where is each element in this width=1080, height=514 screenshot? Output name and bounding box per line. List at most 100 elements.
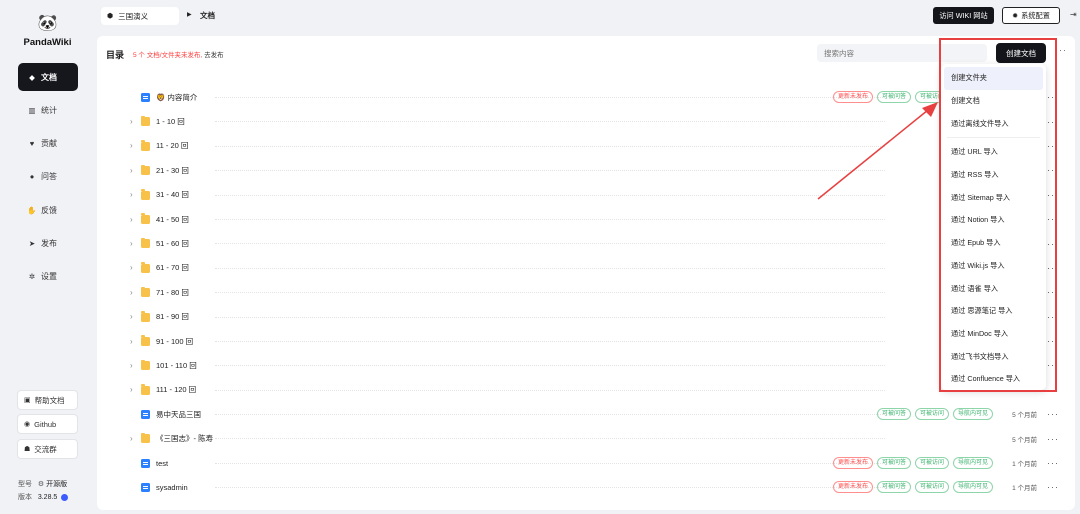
tree-row[interactable]: › 《三国志》- 陈寿 5 个月前 ··· <box>97 426 1075 450</box>
tree-row[interactable]: sysadmin 更新未发布 可被问答 可被访问 导航内可见 1 个月前 ··· <box>97 475 1075 499</box>
sidebar-item-0[interactable]: ◆ 文档 <box>18 63 78 91</box>
kb-selector[interactable]: ⬢ 三国演义 <box>101 7 179 25</box>
system-config-button[interactable]: ✹ 系统配置 <box>1002 7 1060 24</box>
visit-wiki-button[interactable]: 访问 WIKI 网站 <box>933 7 994 24</box>
page-title: 目录 <box>106 50 125 60</box>
row-label: 61 - 70 回 <box>156 263 189 273</box>
chevron-right-icon[interactable]: › <box>130 434 133 443</box>
row-leader <box>215 194 885 196</box>
row-leader <box>215 462 885 464</box>
row-leader <box>215 218 885 220</box>
chevron-right-icon[interactable]: › <box>130 312 133 321</box>
sidebar-item-3[interactable]: ● 问答 <box>18 163 78 191</box>
tree-row[interactable]: › 41 - 50 回 ··· <box>97 207 1075 231</box>
row-label: 《三国志》- 陈寿 <box>156 434 214 444</box>
chevron-right-icon[interactable]: › <box>130 117 133 126</box>
status-badge: 可被访问 <box>914 457 949 470</box>
row-leader <box>215 389 885 391</box>
row-leader <box>215 316 885 318</box>
tree-row[interactable]: › 71 - 80 回 ··· <box>97 280 1075 304</box>
version-key: 版本 <box>18 494 32 501</box>
sidebar-item-label: 设置 <box>41 272 57 282</box>
tree-row[interactable]: › 21 - 30 回 ··· <box>97 158 1075 182</box>
edition-value: 开源版 <box>46 481 68 488</box>
chevron-right-icon[interactable]: › <box>130 385 133 394</box>
tree-row[interactable]: › 91 - 100 回 ··· <box>97 329 1075 353</box>
row-more-icon[interactable]: ··· <box>1047 458 1059 468</box>
sidebar-item-label: 发布 <box>41 238 57 248</box>
panda-logo-icon: 🐼 <box>37 15 58 32</box>
chevron-right-icon[interactable]: › <box>130 337 133 346</box>
tree-row[interactable]: test 更新未发布 可被问答 可被访问 导航内可见 1 个月前 ··· <box>97 451 1075 475</box>
settings-icon: ✲ <box>28 272 36 282</box>
row-leader <box>215 365 885 367</box>
chevron-right-icon[interactable]: › <box>130 361 133 370</box>
tree-row[interactable]: › 61 - 70 回 ··· <box>97 256 1075 280</box>
tree-row[interactable]: › 101 - 110 回 ··· <box>97 353 1075 377</box>
tree-row[interactable]: › 11 - 20 回 ··· <box>97 134 1075 158</box>
status-badge: 可被问答 <box>876 408 911 421</box>
docs-icon: ◆ <box>29 72 35 82</box>
help-docs-button[interactable]: ▣ 帮助文档 <box>17 390 78 410</box>
sidebar-item-1[interactable]: ▥ 统计 <box>18 96 78 124</box>
folder-icon <box>141 213 150 224</box>
folder-icon <box>141 164 150 176</box>
row-leader <box>215 414 885 416</box>
sidebar-item-label: 统计 <box>41 105 57 115</box>
folder-icon <box>141 115 150 127</box>
chevron-right-icon[interactable]: › <box>130 239 133 248</box>
sidebar-item-label: 贡献 <box>41 139 57 149</box>
row-leader <box>215 487 885 489</box>
row-label: 71 - 80 回 <box>156 287 189 297</box>
row-leader <box>215 170 885 172</box>
row-more-icon[interactable]: ··· <box>1047 434 1059 444</box>
row-label: 🦁 内容简介 <box>156 92 198 102</box>
tree-row[interactable]: › 1 - 10 回 ··· <box>97 109 1075 133</box>
status-badge: 导航内可见 <box>952 408 993 421</box>
annotation-highlight-box <box>939 38 1057 392</box>
row-tags: 可被问答 可被访问 导航内可见 <box>876 408 993 421</box>
chevron-right-icon[interactable]: › <box>130 190 133 199</box>
publish-icon: ➤ <box>28 238 36 248</box>
row-leader <box>215 438 885 440</box>
row-leader <box>215 97 885 98</box>
sidebar-item-5[interactable]: ➤ 发布 <box>18 229 78 257</box>
sidebar-item-4[interactable]: ✋ 反馈 <box>18 196 78 224</box>
status-badge: 导航内可见 <box>952 481 993 494</box>
row-more-icon[interactable]: ··· <box>1047 409 1059 419</box>
sidebar: 🐼 PandaWiki ◆ 文档 ▥ 统计 ♥ 贡献 ● 问答 ✋ 反馈 ➤ 发布 ✲ 设置 ▣ 帮助文档… <box>0 0 95 514</box>
row-label: 21 - 30 回 <box>156 165 189 175</box>
community-button[interactable]: ☗ 交流群 <box>17 439 78 459</box>
document-icon <box>141 410 150 420</box>
logout-icon[interactable]: ⇥ <box>1070 10 1077 19</box>
tree-row[interactable]: 易中天品三国 可被问答 可被访问 导航内可见 5 个月前 ··· <box>97 402 1075 426</box>
chevron-right-icon[interactable]: › <box>130 166 133 175</box>
tree-row[interactable]: › 51 - 60 回 ··· <box>97 231 1075 255</box>
sidebar-item-2[interactable]: ♥ 贡献 <box>18 130 78 158</box>
row-label: 101 - 110 回 <box>156 360 197 370</box>
chevron-right-icon[interactable]: › <box>130 215 133 224</box>
row-label: 51 - 60 回 <box>156 239 189 249</box>
document-icon: ▣ <box>24 397 31 404</box>
row-tags: 更新未发布可被问答可被访问导航内可见 <box>832 481 993 494</box>
gear-icon: ✹ <box>1012 11 1019 20</box>
chevron-right-icon[interactable]: › <box>130 263 133 272</box>
tree-row[interactable]: 🦁 内容简介更新未发布可被问答可被访问导航内可见··· <box>97 85 1075 109</box>
sidebar-item-label: 文档 <box>41 72 57 82</box>
folder-icon <box>141 189 150 200</box>
chevron-right-icon[interactable]: › <box>130 288 133 297</box>
app-name: PandaWiki <box>23 37 72 48</box>
tree-row[interactable]: › 81 - 90 回 ··· <box>97 305 1075 329</box>
github-button[interactable]: ◉ Github <box>17 414 78 434</box>
status-badge: 更新未发布 <box>832 481 873 494</box>
row-more-icon[interactable]: ··· <box>1047 482 1059 492</box>
chevron-right-icon[interactable]: › <box>130 141 133 150</box>
sidebar-item-6[interactable]: ✲ 设置 <box>18 263 78 291</box>
logo[interactable]: 🐼 PandaWiki <box>0 14 95 48</box>
doc-tree: 🦁 内容简介更新未发布可被问答可被访问导航内可见···›1 - 10 回···›… <box>97 85 1075 500</box>
tree-row[interactable]: › 111 - 120 回 ··· <box>97 378 1075 402</box>
publish-link[interactable]: 去发布 <box>204 52 224 59</box>
community-label: 交流群 <box>34 444 57 454</box>
tree-row[interactable]: › 31 - 40 回 ··· <box>97 183 1075 207</box>
row-label: 81 - 90 回 <box>156 312 189 322</box>
